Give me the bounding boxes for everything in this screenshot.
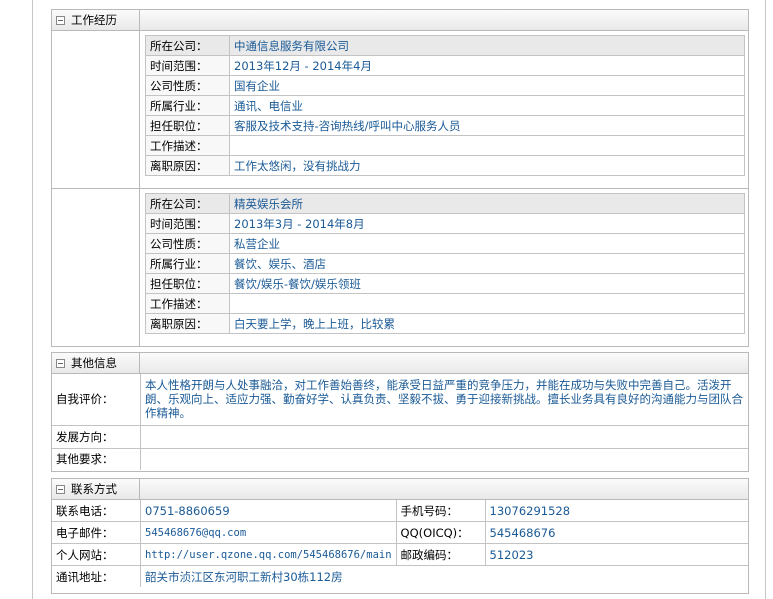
- company-name: 精英娱乐会所: [229, 193, 745, 214]
- addr-value: 韶关市浈江区东河职工新村30栋112房: [140, 565, 748, 587]
- job-description: [229, 135, 745, 156]
- site-label: 个人网站：: [52, 543, 141, 566]
- job-table: 所在公司： 中通信息服务有限公司 时间范围： 2013年12月 - 2014年4月 …: [145, 35, 745, 176]
- other-req-value: [140, 447, 748, 470]
- other-info-section: 其他信息 自我评价： 本人性格开朗与人处事融洽，对工作善始善终，能承受日益严重的…: [51, 352, 749, 472]
- time-range: 2013年3月 - 2014年8月: [229, 213, 745, 234]
- page-border-left: [32, 0, 33, 599]
- addr-label: 通讯地址：: [52, 565, 141, 587]
- contact-header[interactable]: 联系方式: [52, 479, 748, 500]
- company-type: 国有企业: [229, 75, 745, 96]
- company-type: 私营企业: [229, 233, 745, 254]
- page-border-right: [765, 0, 766, 599]
- qq-value: 545468676: [485, 521, 748, 544]
- phone-label: 联系电话：: [52, 500, 141, 522]
- company-name: 中通信息服务有限公司: [229, 35, 745, 56]
- industry: 餐饮、娱乐、酒店: [229, 253, 745, 274]
- self-eval-text: 本人性格开朗与人处事融洽，对工作善始善终，能承受日益严重的竞争压力，并能在成功与…: [145, 378, 743, 421]
- industry: 通讯、电信业: [229, 95, 745, 116]
- contact-section: 联系方式 联系电话： 0751-8860659 手机号码： 1307629152…: [51, 478, 749, 594]
- zip-value: 512023: [485, 543, 748, 566]
- site-link[interactable]: http://user.qzone.qq.com/545468676/main: [140, 543, 397, 566]
- leave-reason: 工作太悠闲，没有挑战力: [229, 155, 745, 176]
- position: 客服及技术支持-咨询热线/呼叫中心服务人员: [229, 115, 745, 136]
- job-table: 所在公司： 精英娱乐会所 时间范围： 2013年3月 - 2014年8月 公司性质：…: [145, 193, 745, 334]
- self-eval-label: 自我评价：: [52, 374, 141, 425]
- other-info-table: 自我评价： 本人性格开朗与人处事融洽，对工作善始善终，能承受日益严重的竞争压力，…: [52, 374, 748, 470]
- collapse-icon[interactable]: [56, 358, 65, 368]
- other-info-header[interactable]: 其他信息: [52, 353, 748, 374]
- time-range: 2013年12月 - 2014年4月: [229, 55, 745, 76]
- email-value[interactable]: 545468676@qq.com: [140, 521, 397, 544]
- work-experience-header[interactable]: 工作经历: [52, 10, 748, 31]
- mobile-value: 13076291528: [489, 503, 571, 518]
- work-experience-section: 工作经历 所在公司： 中通信息服务有限公司 时间范围： 2013年12月 - 201…: [51, 9, 749, 347]
- qq-label: QQ(OICQ)：: [396, 521, 486, 544]
- contact-table: 联系电话： 0751-8860659 手机号码： 13076291528 电子邮…: [52, 500, 748, 587]
- collapse-icon[interactable]: [56, 15, 65, 25]
- direction-label: 发展方向：: [52, 424, 141, 448]
- direction-value: [140, 424, 748, 448]
- section-title: 其他信息: [71, 356, 117, 370]
- zip-label: 邮政编码：: [396, 543, 486, 566]
- section-title: 联系方式: [71, 482, 117, 496]
- collapse-icon[interactable]: [56, 484, 65, 494]
- section-title: 工作经历: [71, 13, 117, 27]
- phone-value: 0751-8860659: [140, 500, 397, 522]
- email-label: 电子邮件：: [52, 521, 141, 544]
- mobile-label: 手机号码：: [396, 500, 486, 522]
- position: 餐饮/娱乐-餐饮/娱乐领班: [229, 273, 745, 294]
- leave-reason: 白天要上学，晚上上班，比较累: [229, 313, 745, 334]
- job-description: [229, 293, 745, 314]
- other-req-label: 其他要求：: [52, 447, 141, 470]
